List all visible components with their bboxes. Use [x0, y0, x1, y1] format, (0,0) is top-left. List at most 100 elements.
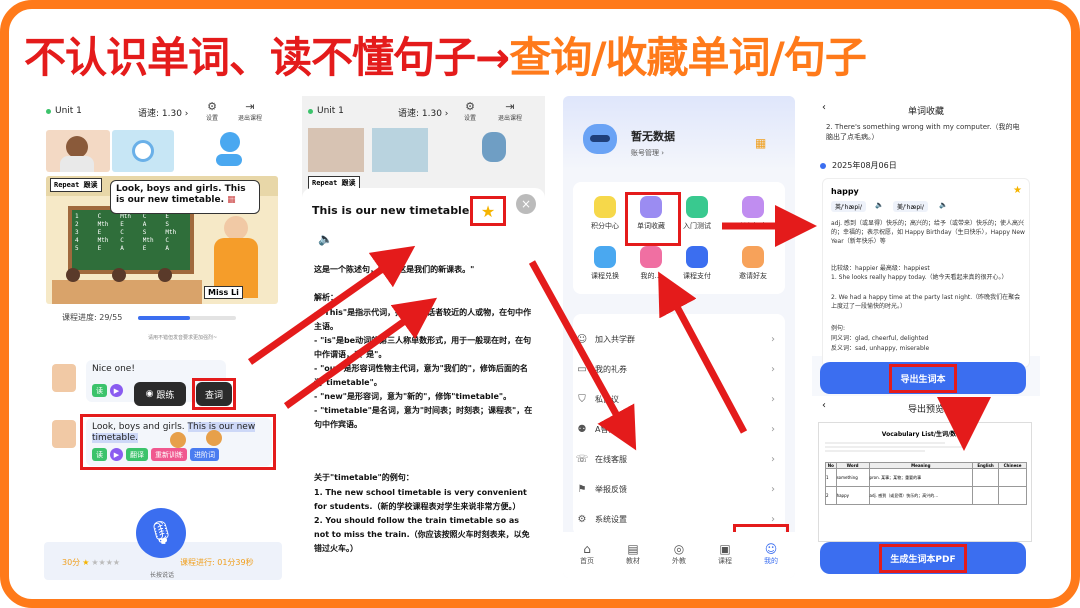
teacher-avatar — [66, 136, 88, 158]
gear-icon: ⚙ — [207, 100, 217, 113]
headset-icon: ☏ — [575, 453, 589, 465]
preview-title: 导出预览 — [907, 405, 944, 415]
chevron-right-icon: › — [771, 393, 775, 405]
account-manage-link[interactable]: 账号管理 › — [631, 148, 664, 158]
chevron-right-icon: › — [771, 453, 775, 465]
antonyms: 反义词：sad, unhappy, miserable — [831, 345, 930, 352]
teacher-head — [224, 216, 248, 240]
feature-icon — [594, 246, 616, 268]
robot-icon: ⚉ — [577, 423, 587, 435]
nav-icon: ▤ — [627, 542, 639, 556]
menu-item[interactable]: ⚉ A智能体 › — [575, 416, 781, 442]
vocabulary-screen: ‹ 单词收藏 2. There's something wrong with m… — [812, 96, 1040, 578]
profile-screen: 暂无数据 账号管理 › ▦ 积分中心 单词收藏 入门测试 任务打卡 课程兑换 我的… 课程支… — [563, 96, 795, 578]
teacher-chat-avatar — [52, 364, 76, 392]
chevron-right-icon: › — [771, 483, 775, 495]
feature-label: 入门测试 — [683, 222, 711, 230]
analysis-item: - "our"是形容词性物主代词，意为"我们的"，修饰后面的名词"timetab… — [314, 364, 528, 387]
nav-icon: ▣ — [719, 542, 731, 556]
speaker-us-icon[interactable]: 🔈 — [939, 201, 948, 209]
nav-tab[interactable]: ▣ 课程 — [707, 542, 743, 566]
nav-tab[interactable]: ◎ 外教 — [661, 542, 697, 566]
feature-4[interactable]: 任务打卡 — [731, 196, 775, 240]
feature-label: 邀请好友 — [739, 272, 767, 280]
unit-label[interactable]: Unit 1 — [46, 106, 82, 116]
nav-label: 外教 — [672, 557, 686, 565]
menu-item-label: 在线客服 — [595, 454, 627, 464]
exit-course-button[interactable]: ⇥ 退出课程 — [238, 100, 262, 122]
board-cell: 2 — [75, 221, 79, 228]
settings-button-2: ⚙ 设置 — [464, 100, 477, 122]
teacher-video — [46, 130, 110, 172]
board-cell: 4 — [75, 237, 79, 244]
nav-icon: ⌂ — [583, 542, 591, 556]
nav-icon: ☺ — [764, 542, 778, 556]
analysis-item: - "This"是指示代词，指代离说话者较近的人或物，在句中作主语。 — [314, 308, 532, 331]
menu-item-label: 我的礼券 — [595, 364, 627, 374]
follow-practice-button[interactable]: ◉ 跟练 — [134, 382, 186, 406]
board-cell: S — [165, 221, 170, 228]
chevron-right-icon: › — [771, 513, 775, 525]
favorite-star-icon[interactable]: ★ — [470, 196, 506, 226]
table-row: 1 something pron. 某事；某物；重要的事 — [825, 468, 1027, 487]
feature-7[interactable]: 课程支付 — [675, 246, 719, 290]
feature-icon — [742, 246, 764, 268]
play-icon[interactable]: ▶ — [110, 384, 123, 397]
menu-item[interactable]: ▭ 我的礼券 › — [575, 356, 781, 382]
board-cell: C — [142, 213, 147, 220]
report-icon: ⚑ — [577, 483, 587, 495]
nav-tab[interactable]: ⌂ 首页 — [569, 542, 605, 566]
nav-tab[interactable]: ☺ 我的 — [753, 542, 789, 566]
ticket-icon: ▭ — [577, 363, 587, 375]
phonetic-us: 美/ˈhæpi/ — [893, 201, 928, 212]
feature-6[interactable]: 我的… — [629, 246, 673, 290]
table-cell: 2 — [825, 486, 837, 505]
board-cell: S — [142, 229, 147, 236]
generate-pdf-button[interactable]: 生成生词本PDF — [820, 542, 1026, 574]
board-cell: Mth — [97, 221, 109, 228]
feature-label: 我的… — [640, 272, 662, 280]
menu-item[interactable]: ⛉ 私协议 › — [575, 386, 781, 412]
nav-label: 课程 — [718, 557, 732, 565]
speaker-icon[interactable]: 🔈 — [318, 232, 333, 246]
speed-control[interactable]: 语速: 1.30 › — [138, 106, 188, 119]
chevron-right-icon: › — [771, 333, 775, 345]
grid-menu-icon[interactable]: ▦ — [755, 136, 766, 150]
menu-item-label: 举报反馈 — [595, 484, 627, 494]
menu-item[interactable]: ☺ 加入共学群 › — [575, 326, 781, 352]
board-cell: C — [120, 229, 124, 236]
nav-label: 首页 — [580, 557, 594, 565]
exit-course-button-2: ⇥ 退出课程 — [498, 100, 523, 122]
menu-item[interactable]: ☏ 在线客服 › — [575, 446, 781, 472]
exit-icon: ⇥ — [245, 100, 255, 113]
speaker-uk-icon[interactable]: 🔈 — [875, 201, 884, 209]
board-cell: A — [165, 245, 170, 252]
nav-icon: ◎ — [673, 542, 685, 556]
settings-button[interactable]: ⚙ 设置 — [206, 100, 218, 122]
microphone-button[interactable]: 🎙 — [136, 508, 186, 558]
headline-part2: 查询/收藏单词/句子 — [509, 32, 867, 82]
feature-label: 积分中心 — [591, 222, 619, 230]
board-cell: Mth — [165, 229, 177, 236]
feature-8[interactable]: 邀请好友 — [731, 246, 775, 290]
favorite-star-icon[interactable]: ★ — [1013, 185, 1022, 196]
username: 暂无数据 — [631, 130, 675, 143]
menu-item[interactable]: ⚑ 举报反馈 › — [575, 476, 781, 502]
word-example-1: 1. She looks really happy today.（她今天看起来真… — [831, 274, 1008, 281]
feature-5[interactable]: 课程兑换 — [583, 246, 627, 290]
export-vocab-button[interactable]: 导出生词本 — [820, 362, 1026, 394]
table-cell — [972, 468, 999, 487]
feature-3[interactable]: 入门测试 — [675, 196, 719, 240]
avatar[interactable] — [583, 124, 617, 154]
shield-icon: ⛉ — [578, 393, 586, 405]
example-item: 2. You should follow the train timetable… — [314, 516, 530, 553]
table-cell: 1 — [825, 468, 837, 487]
chat-icon: ☺ — [576, 333, 588, 345]
close-icon[interactable]: × — [516, 194, 536, 214]
nav-tab[interactable]: ▤ 教材 — [615, 542, 651, 566]
table-cell: pron. 某事；某物；重要的事 — [868, 468, 974, 487]
teacher-name-tag: Miss Li — [204, 286, 243, 299]
feature-1[interactable]: 积分中心 — [583, 196, 627, 240]
board-cell: C — [120, 237, 124, 244]
read-tag[interactable]: 读 — [92, 384, 107, 397]
